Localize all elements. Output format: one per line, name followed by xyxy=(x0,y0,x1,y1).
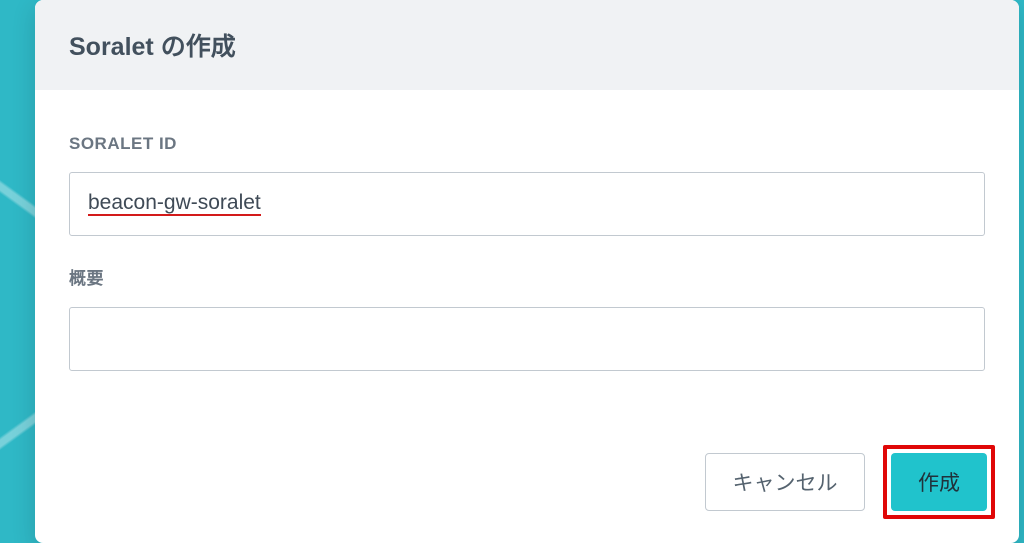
dialog-body: SORALET ID beacon-gw-soralet 概要 xyxy=(35,90,1019,371)
soralet-id-input[interactable]: beacon-gw-soralet xyxy=(69,172,985,236)
dialog-title: Soralet の作成 xyxy=(69,27,985,63)
soralet-id-label: SORALET ID xyxy=(69,134,985,154)
field-soralet-id: SORALET ID beacon-gw-soralet xyxy=(69,134,985,236)
cancel-button[interactable]: キャンセル xyxy=(705,453,865,511)
soralet-id-value: beacon-gw-soralet xyxy=(88,192,261,216)
dialog-footer: キャンセル 作成 xyxy=(705,445,995,519)
summary-input[interactable] xyxy=(69,307,985,371)
create-button-highlight: 作成 xyxy=(883,445,995,519)
field-summary: 概要 xyxy=(69,264,985,371)
summary-label: 概要 xyxy=(69,264,985,289)
dialog-header: Soralet の作成 xyxy=(35,0,1019,90)
create-soralet-dialog: Soralet の作成 SORALET ID beacon-gw-soralet… xyxy=(35,0,1019,543)
create-button[interactable]: 作成 xyxy=(891,453,987,511)
